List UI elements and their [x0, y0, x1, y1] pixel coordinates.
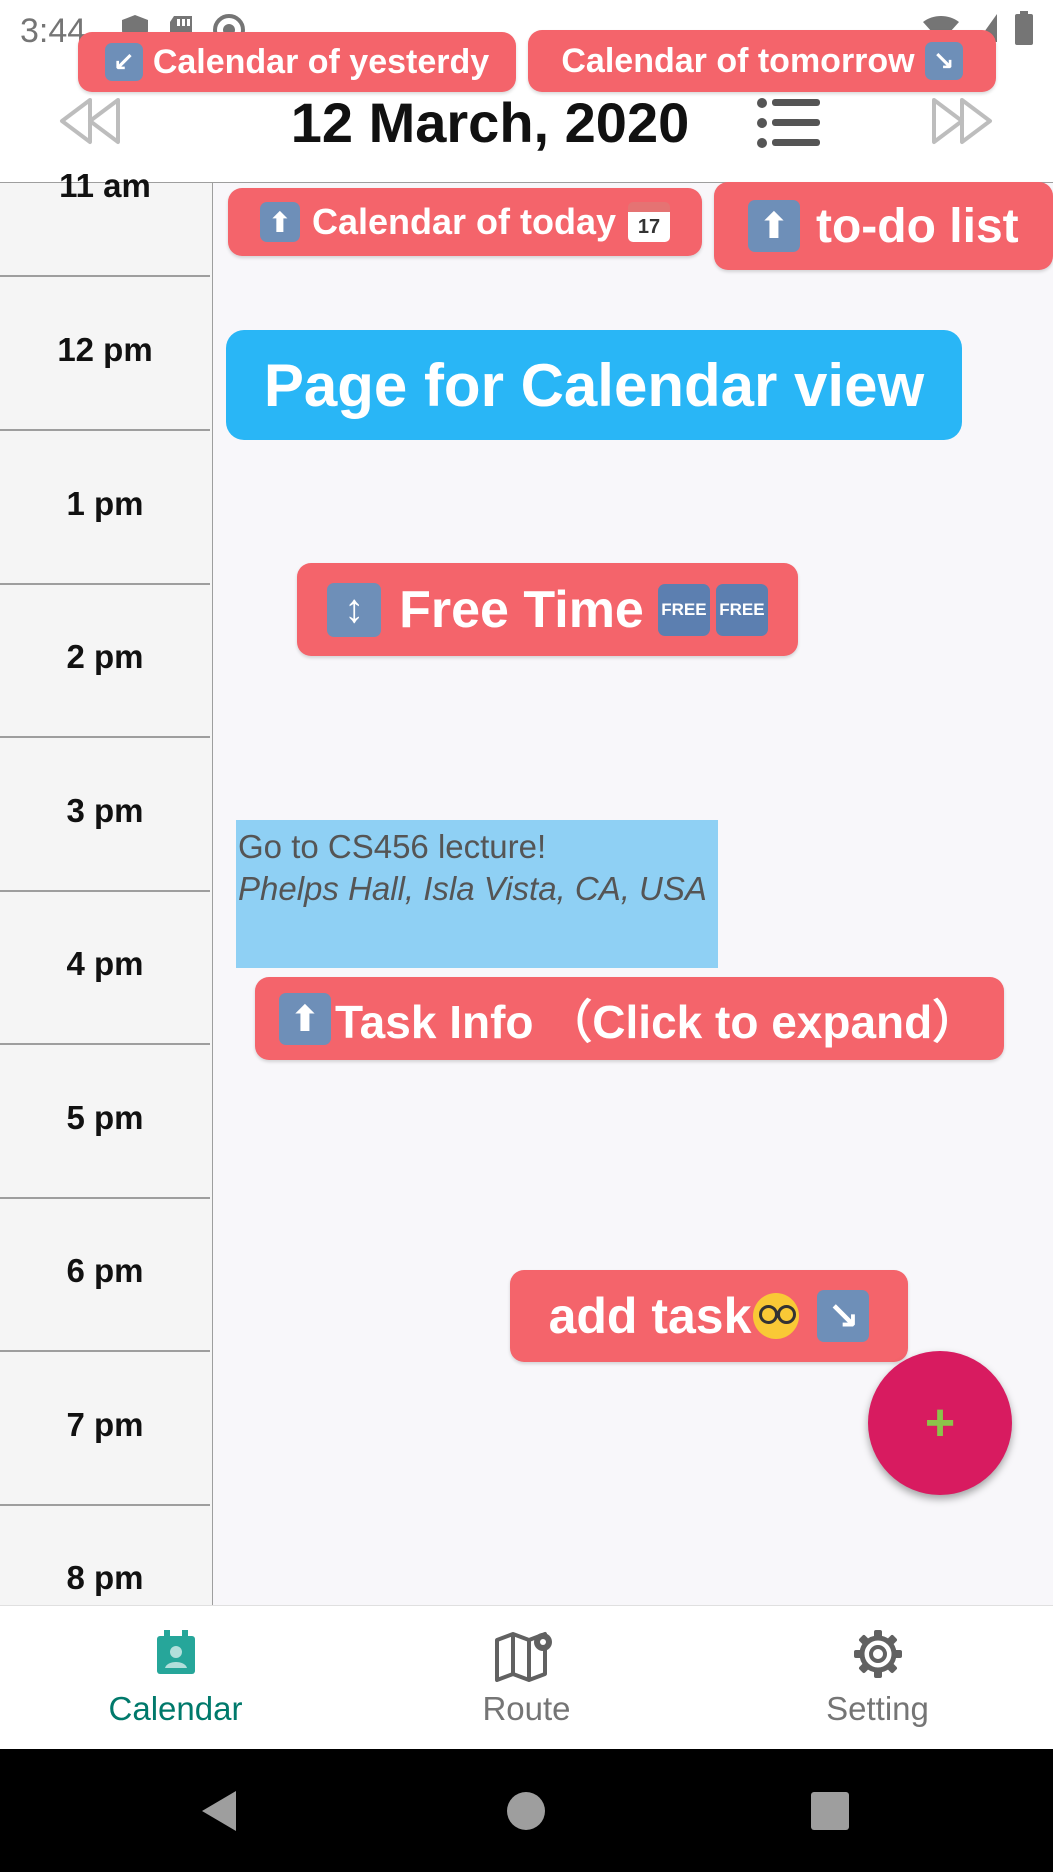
- battery-icon: [1015, 11, 1033, 45]
- page-title-banner: Page for Calendar view: [226, 330, 962, 440]
- hour-row: 2 pm: [0, 583, 210, 738]
- nerd-face-icon: [753, 1293, 800, 1339]
- calendar-emoji-icon: 17: [628, 202, 671, 242]
- hour-timeline: 11 am 12 pm 1 pm 2 pm 3 pm 4 pm 5 pm 6 p…: [0, 167, 214, 1605]
- status-time: 3:44: [20, 12, 87, 50]
- back-icon[interactable]: [198, 1789, 240, 1833]
- add-task-button[interactable]: +: [868, 1351, 1012, 1495]
- map-icon: [495, 1632, 552, 1682]
- todo-annotation-label: to-do list: [816, 199, 1019, 253]
- nav-label-calendar: Calendar: [108, 1690, 243, 1727]
- previous-day-icon[interactable]: [56, 96, 122, 146]
- nav-label-route: Route: [482, 1690, 571, 1727]
- free-badge-icon: FREE: [657, 583, 710, 636]
- hour-row: 7 pm: [0, 1351, 210, 1506]
- hour-row: 1 pm: [0, 430, 210, 585]
- home-icon[interactable]: [506, 1791, 546, 1831]
- arrow-down-right-icon: ↘: [924, 42, 963, 80]
- arrow-up-icon: ⬆: [279, 992, 331, 1045]
- event-title: Go to CS456 lecture!: [238, 828, 547, 865]
- arrow-down-right-icon: ↘: [817, 1290, 870, 1342]
- free-time-annotation: ↕ Free Time FREE FREE: [297, 563, 798, 656]
- today-annotation-label: Calendar of today: [311, 201, 617, 242]
- tomorrow-annotation: Calendar of tomorrow ↘: [528, 30, 996, 92]
- hour-row: 5 pm: [0, 1044, 210, 1199]
- gear-icon: [854, 1630, 902, 1678]
- calendar-icon: [157, 1630, 195, 1674]
- bottom-navigation: Calendar Route Setting: [0, 1605, 1053, 1750]
- tomorrow-annotation-label: Calendar of tomorrow: [561, 41, 915, 80]
- todo-list-icon[interactable]: [756, 96, 822, 150]
- hour-row: 11 am: [0, 153, 210, 277]
- arrow-up-icon: ⬆: [748, 200, 800, 252]
- task-info-annotation: ⬆ Task Info （Click to expand）: [255, 977, 1004, 1060]
- today-annotation: ⬆ Calendar of today 17: [228, 188, 702, 256]
- recents-icon[interactable]: [810, 1791, 850, 1831]
- calendar-event[interactable]: Go to CS456 lecture! Phelps Hall, Isla V…: [236, 820, 718, 968]
- arrow-down-left-icon: ↙: [104, 43, 143, 81]
- nav-label-setting: Setting: [826, 1690, 929, 1727]
- arrow-up-down-icon: ↕: [327, 582, 382, 637]
- next-day-icon[interactable]: [930, 96, 996, 146]
- hour-row: 3 pm: [0, 737, 210, 892]
- hour-row: 6 pm: [0, 1197, 210, 1352]
- hour-row: 12 pm: [0, 276, 210, 431]
- event-location: Phelps Hall, Isla Vista, CA, USA: [238, 870, 707, 907]
- yesterday-annotation-label: Calendar of yesterdy: [152, 42, 490, 81]
- task-info-label: Task Info （Click to expand）: [335, 995, 979, 1048]
- nav-item-setting[interactable]: Setting: [702, 1606, 1053, 1750]
- arrow-up-icon: ⬆: [259, 202, 300, 242]
- add-task-label: add task: [548, 1288, 752, 1344]
- plus-icon: +: [924, 1394, 956, 1452]
- free-time-label: Free Time: [399, 580, 644, 639]
- nav-item-route[interactable]: Route: [351, 1606, 702, 1750]
- yesterday-annotation: ↙ Calendar of yesterdy: [78, 32, 516, 92]
- hour-row: 4 pm: [0, 890, 210, 1045]
- add-task-annotation: add task ↘: [510, 1270, 908, 1362]
- free-badge-icon: FREE: [715, 583, 768, 636]
- todo-annotation: ⬆ to-do list: [714, 182, 1053, 270]
- date-title: 12 March, 2020: [290, 91, 690, 154]
- page-title: Page for Calendar view: [263, 351, 925, 419]
- system-navigation-bar: [0, 1749, 1053, 1872]
- nav-item-calendar[interactable]: Calendar: [0, 1606, 351, 1750]
